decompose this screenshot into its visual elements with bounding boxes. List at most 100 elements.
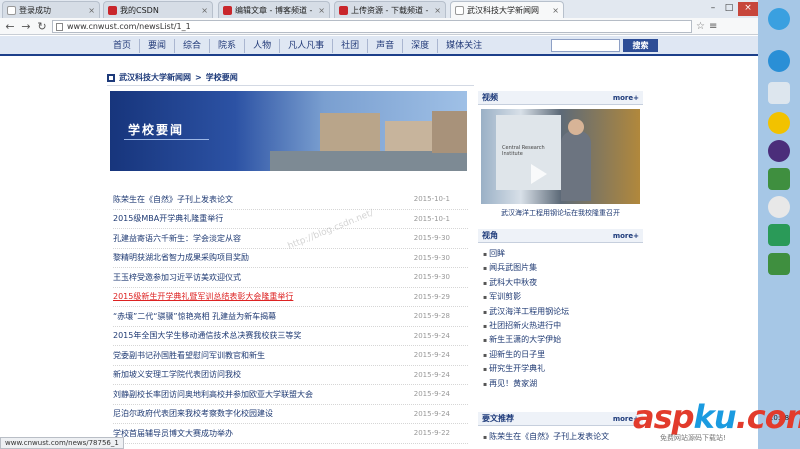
- video-thumbnail[interactable]: Central Research Institute: [481, 109, 640, 204]
- news-date: 2015-9-22: [413, 429, 450, 438]
- close-icon[interactable]: ×: [552, 6, 559, 15]
- list-item: 尼泊尔政府代表团来我校考察数字化校园建设 2015-9-24: [113, 405, 468, 424]
- tab-my-csdn[interactable]: 我的CSDN ×: [103, 1, 213, 18]
- nav-item-media[interactable]: 媒体关注: [438, 39, 490, 53]
- image-viewer-icon[interactable]: [768, 82, 790, 104]
- tab-edit-article[interactable]: 编辑文章 - 博客频道 - CSI ×: [218, 1, 330, 18]
- window-close-icon[interactable]: ×: [738, 2, 758, 16]
- banner-plaza: [270, 151, 467, 171]
- square-icon: [107, 73, 115, 82]
- news-link[interactable]: 王玉梓受邀参加习近平访美欢迎仪式: [113, 272, 403, 283]
- breadcrumb-section[interactable]: 学校要闻: [206, 72, 238, 83]
- csdn-icon: [339, 5, 348, 15]
- status-bar: www.cnwust.com/news/78756_1: [0, 437, 124, 449]
- perspective-more-link[interactable]: more+: [613, 232, 639, 240]
- search-button[interactable]: 搜索: [623, 39, 658, 52]
- nav-item-home[interactable]: 首页: [105, 39, 141, 53]
- reload-icon[interactable]: ↻: [36, 20, 48, 33]
- list-item: 学校首届辅导员博文大赛成功举办 2015-9-22: [113, 424, 468, 444]
- nav-item-general[interactable]: 综合: [175, 39, 211, 53]
- news-date: 2015-10-1: [413, 214, 450, 223]
- bookmark-star-icon[interactable]: ☆: [696, 21, 705, 32]
- nav-item-people[interactable]: 人物: [245, 39, 281, 53]
- recommend-item[interactable]: 陈荣生在《自然》子刊上发表论文: [483, 430, 643, 444]
- android-icon[interactable]: [768, 168, 790, 190]
- news-link[interactable]: 学校首届辅导员博文大赛成功举办: [113, 428, 403, 439]
- perspective-item[interactable]: 回眸: [483, 247, 643, 261]
- news-link-hovered[interactable]: 2015级新生开学典礼暨军训总结表彰大会隆重举行: [113, 291, 403, 302]
- news-link[interactable]: 新加坡义安理工学院代表团访问我校: [113, 369, 403, 380]
- perspective-item[interactable]: 再见！黄家湖: [483, 377, 643, 391]
- banner-divider: [124, 139, 209, 140]
- perspective-item[interactable]: 研究生开学典礼: [483, 362, 643, 376]
- recommend-header: 要文推荐 more+: [478, 412, 643, 426]
- chrome-icon[interactable]: [768, 196, 790, 218]
- minimize-icon[interactable]: –: [706, 2, 720, 16]
- nav-item-voices[interactable]: 声音: [368, 39, 404, 53]
- media-player-icon[interactable]: [768, 140, 790, 162]
- section-banner: 学校要闻: [110, 91, 467, 171]
- tray-icon[interactable]: [768, 300, 790, 322]
- news-link[interactable]: 党委副书记孙国胜看望慰问军训教官和新生: [113, 350, 403, 361]
- nav-item-clubs[interactable]: 社团: [333, 39, 369, 53]
- news-date: 2015-9-24: [413, 370, 450, 379]
- search-input[interactable]: [551, 39, 620, 52]
- perspective-item[interactable]: 新生王潇的大学伊始: [483, 333, 643, 347]
- news-list: 陈荣生在《自然》子刊上发表论文 2015-10-1 2015级MBA开学典礼隆重举…: [113, 190, 468, 444]
- android-icon[interactable]: [768, 224, 790, 246]
- nav-menu: 首页 要闻 综合 院系 人物 凡人凡事 社团 声音 深度 媒体关注: [105, 39, 490, 53]
- perspective-item[interactable]: 军训剪影: [483, 290, 643, 304]
- nav-item-depth[interactable]: 深度: [403, 39, 439, 53]
- nav-item-departments[interactable]: 院系: [210, 39, 246, 53]
- browser-tab-bar: 登录成功 × 我的CSDN × 编辑文章 - 博客频道 - CSI × 上传资源…: [0, 0, 758, 18]
- nav-item-ordinary-people[interactable]: 凡人凡事: [280, 39, 334, 53]
- close-icon[interactable]: ×: [434, 6, 441, 15]
- back-icon[interactable]: ←: [4, 20, 16, 33]
- android-icon[interactable]: [768, 253, 790, 275]
- recommend-heading: 要文推荐: [482, 414, 514, 423]
- close-icon[interactable]: ×: [88, 6, 95, 15]
- maximize-icon[interactable]: □: [722, 2, 736, 16]
- qq-icon[interactable]: [768, 112, 790, 134]
- list-item: 王玉梓受邀参加习近平访美欢迎仪式 2015-9-30: [113, 268, 468, 288]
- news-date: 2015-9-24: [413, 390, 450, 399]
- menu-icon[interactable]: ≡: [709, 21, 717, 32]
- news-link[interactable]: 刘静副校长率团访问奥地利高校并参加欧亚大学联盟大会: [113, 389, 403, 400]
- play-icon[interactable]: [531, 164, 547, 184]
- perspective-item[interactable]: 武科大中秋夜: [483, 276, 643, 290]
- news-date: 2015-10-1: [413, 195, 450, 204]
- news-link[interactable]: 2015年全国大学生移动通信技术总决赛我校获三等奖: [113, 330, 403, 341]
- news-link[interactable]: “赤壤”二代“骐骥”惊艳亮相 孔建益为新车揭幕: [113, 311, 403, 322]
- perspective-item[interactable]: 武汉海洋工程用钢论坛: [483, 305, 643, 319]
- list-item: 党委副书记孙国胜看望慰问军训教官和新生 2015-9-24: [113, 346, 468, 366]
- perspective-item[interactable]: 闻兵武图片集: [483, 261, 643, 275]
- list-item: 刘静副校长率团访问奥地利高校并参加欧亚大学联盟大会 2015-9-24: [113, 385, 468, 405]
- tab-login-success[interactable]: 登录成功 ×: [2, 1, 100, 18]
- perspective-item[interactable]: 社团招新火热进行中: [483, 319, 643, 333]
- k-app-icon[interactable]: [768, 50, 790, 72]
- breadcrumb-site[interactable]: 武汉科技大学新闻网: [119, 72, 191, 83]
- tab-upload-resource[interactable]: 上传资源 - 下载频道 - CSI ×: [334, 1, 446, 18]
- video-caption[interactable]: 武汉海洋工程用钢论坛在我校隆重召开: [478, 204, 643, 218]
- news-link[interactable]: 尼泊尔政府代表团来我校考察数字化校园建设: [113, 408, 403, 419]
- list-item: 新加坡义安理工学院代表团访问我校 2015-9-24: [113, 366, 468, 385]
- breadcrumb-separator: >: [195, 73, 202, 82]
- news-date: 2015-9-30: [413, 253, 450, 262]
- tab-wust-news[interactable]: 武汉科技大学新闻网 ×: [450, 1, 564, 18]
- close-icon[interactable]: ×: [318, 6, 325, 15]
- nav-item-headlines[interactable]: 要闻: [140, 39, 176, 53]
- news-link[interactable]: 陈荣生在《自然》子刊上发表论文: [113, 194, 403, 205]
- perspective-list: 回眸 闻兵武图片集 武科大中秋夜 军训剪影 武汉海洋工程用钢论坛 社团招新火热进…: [478, 243, 643, 391]
- news-link[interactable]: 黎精明获湖北省智力成果采购项目奖励: [113, 252, 403, 263]
- news-link[interactable]: 孔建益寄语六千新生：学会淡定从容: [113, 233, 403, 244]
- desktop-sidebar: [758, 0, 800, 449]
- news-date: 2015-9-28: [413, 312, 450, 321]
- video-more-link[interactable]: more+: [613, 94, 639, 102]
- list-item: 2015年全国大学生移动通信技术总决赛我校获三等奖 2015-9-24: [113, 327, 468, 346]
- perspective-item[interactable]: 迎新生的日子里: [483, 348, 643, 362]
- news-date: 2015-9-29: [413, 292, 450, 301]
- close-icon[interactable]: ×: [201, 6, 208, 15]
- url-input[interactable]: www.cnwust.com/newsList/1_1: [52, 19, 692, 33]
- forward-icon[interactable]: →: [20, 20, 32, 33]
- app-icon[interactable]: [768, 8, 790, 30]
